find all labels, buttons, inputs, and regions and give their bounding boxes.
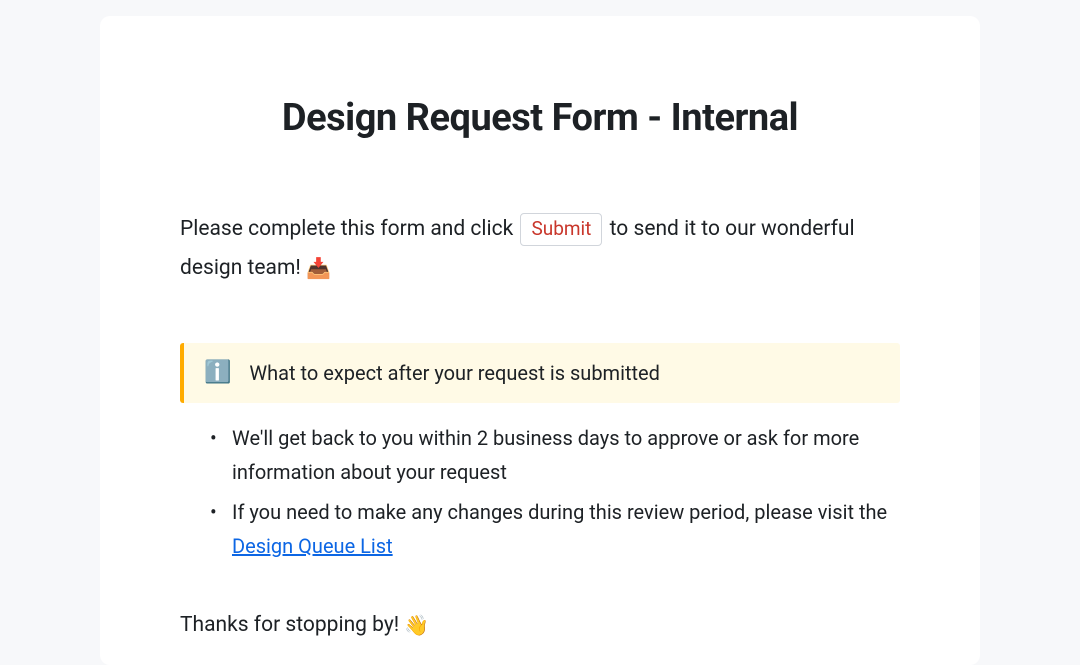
thanks-message: Thanks for stopping by!: [180, 613, 404, 637]
form-card: Design Request Form - Internal Please co…: [100, 16, 980, 665]
thanks-text: Thanks for stopping by! 👋: [180, 613, 900, 637]
info-panel: ℹ️ What to expect after your request is …: [180, 343, 900, 403]
info-panel-header: ℹ️ What to expect after your request is …: [204, 361, 880, 385]
wave-icon: 👋: [404, 613, 429, 637]
submit-button[interactable]: Submit: [520, 213, 602, 246]
list-item-text: We'll get back to you within 2 business …: [232, 426, 859, 484]
intro-text-1: Please complete this form and click: [180, 217, 518, 241]
page-title: Design Request Form - Internal: [180, 96, 900, 140]
info-panel-title: What to expect after your request is sub…: [249, 361, 660, 385]
info-icon: ℹ️: [204, 362, 231, 384]
inbox-icon: 📥: [306, 256, 331, 280]
list-item-text: If you need to make any changes during t…: [232, 500, 887, 524]
list-item: We'll get back to you within 2 business …: [210, 421, 900, 489]
expectations-list: We'll get back to you within 2 business …: [180, 421, 900, 563]
list-item: If you need to make any changes during t…: [210, 495, 900, 563]
intro-paragraph: Please complete this form and click Subm…: [180, 210, 900, 288]
design-queue-link[interactable]: Design Queue List: [232, 534, 393, 558]
